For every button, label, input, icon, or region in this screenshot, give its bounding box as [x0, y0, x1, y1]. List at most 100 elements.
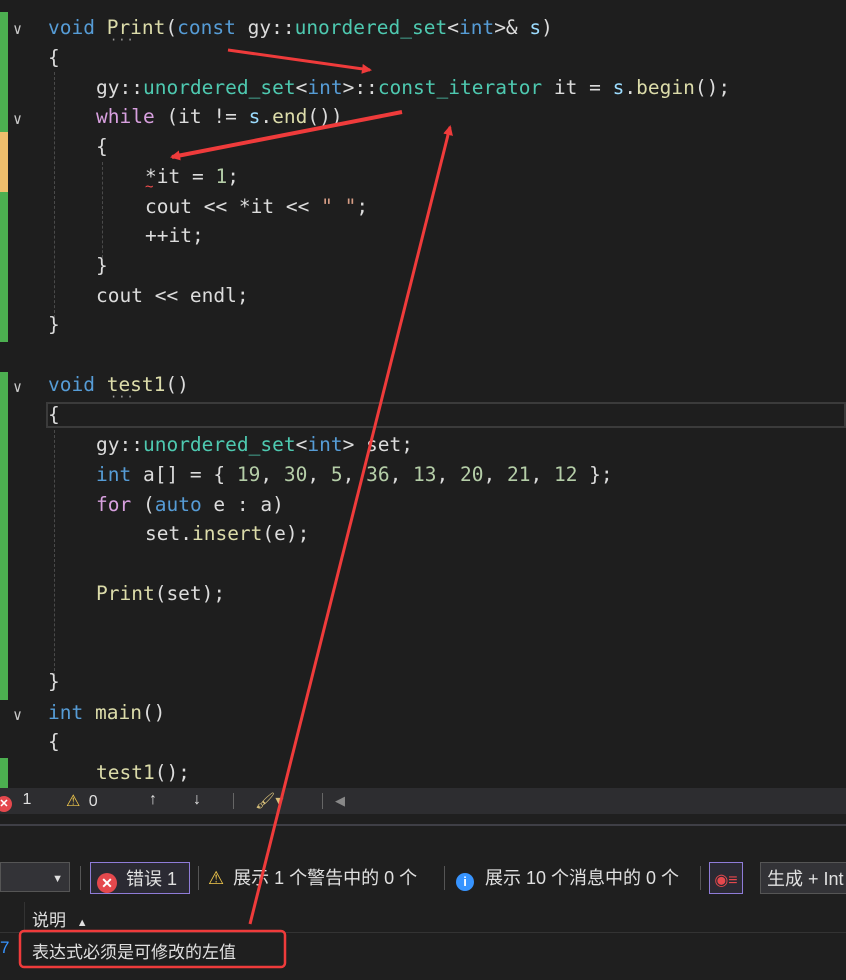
hint-dots: ··· [110, 33, 135, 47]
code-line: for (auto e : a) [96, 490, 284, 520]
chevron-down-icon[interactable]: ∨ [13, 110, 22, 128]
warning-icon: ⚠ [66, 793, 81, 810]
toolbar-divider [198, 866, 199, 890]
code-token: < [447, 16, 459, 39]
code-line: test1(); [96, 758, 190, 788]
code-token: Print [96, 582, 155, 605]
errors-filter-button[interactable]: ✕ 错误 1 [90, 862, 190, 894]
warning-icon: ⚠ [208, 868, 225, 888]
messages-filter-button[interactable]: i 展示 10 个消息中的 0 个 [456, 862, 679, 894]
code-token: } [96, 254, 108, 277]
code-token: void [48, 373, 107, 396]
code-token: 21 [506, 463, 531, 486]
error-count[interactable]: ✕ 1 [0, 791, 31, 812]
code-editor[interactable]: ∨ ∨ ∨ ∨ void Print ( const gy::unordered_s… [0, 0, 846, 788]
code-token: , [436, 463, 461, 486]
error-squiggle: ~ [145, 179, 154, 195]
code-line: gy::unordered_set<int>::const_iterator i… [96, 73, 730, 103]
toolbar-divider [700, 866, 701, 890]
code-line: int main() [48, 698, 165, 728]
scroll-left-icon[interactable]: ◀ [335, 793, 345, 809]
warning-count[interactable]: ⚠ 0 [66, 791, 98, 811]
code-token: (set); [154, 582, 226, 605]
code-line: } [48, 310, 60, 340]
code-line: Print(set); [96, 579, 225, 609]
code-line: } [48, 667, 60, 697]
code-token: s [612, 76, 625, 99]
brush-icon[interactable]: 🖌▾ [255, 791, 283, 811]
column-header-description[interactable]: 说明 ▲ [32, 906, 88, 931]
code-token: end [272, 105, 308, 128]
code-token: , [260, 463, 284, 486]
arrow-up-icon[interactable]: ↑ [149, 791, 157, 809]
error-list-header: 说明 ▲ [0, 902, 846, 933]
code-token: int [307, 433, 343, 456]
code-token: ++it; [145, 224, 204, 247]
code-token: ( [131, 493, 155, 516]
code-token: insert [191, 522, 263, 545]
chevron-down-icon[interactable]: ∨ [13, 706, 22, 724]
code-token: ; [227, 165, 239, 188]
chevron-down-icon[interactable]: ∨ [13, 20, 22, 38]
code-token: a[] = { [131, 463, 237, 486]
code-token: (); [694, 76, 731, 99]
column-divider [24, 902, 25, 932]
warnings-filter-button[interactable]: ⚠ 展示 1 个警告中的 0 个 [208, 862, 417, 894]
error-icon: ✕ [0, 796, 12, 812]
code-token: const_iterator [377, 76, 543, 99]
status-divider [233, 793, 234, 809]
code-token: cout << *it << [145, 195, 322, 218]
code-token: 20 [460, 463, 484, 486]
info-icon: i [456, 873, 474, 891]
code-token: (); [154, 761, 190, 784]
code-token: { [96, 135, 108, 158]
code-line: { [48, 727, 60, 757]
code-token: unordered_set [142, 76, 296, 99]
code-token: , [483, 463, 507, 486]
code-token: begin [636, 76, 695, 99]
error-line: 7 [0, 938, 10, 957]
indent-guide [102, 162, 103, 258]
code-token: 5 [330, 463, 343, 486]
code-line: { [96, 132, 108, 162]
code-token: () [141, 701, 166, 724]
code-token: while [96, 105, 155, 128]
arrow-down-icon[interactable]: ↓ [193, 791, 201, 809]
code-token: " " [321, 195, 357, 218]
error-row[interactable]: 7 表达式必须是可修改的左值 [0, 934, 846, 964]
code-token: (it != [154, 105, 249, 128]
status-divider [322, 793, 323, 809]
code-token: }; [577, 463, 613, 486]
hint-dots: ··· [110, 390, 135, 404]
code-line: set.insert(e); [145, 519, 309, 549]
indent-guide [54, 430, 55, 676]
chevron-down-icon[interactable]: ∨ [13, 378, 22, 396]
filter-toggle-button[interactable]: ◉≡ [709, 862, 743, 894]
code-token: unordered_set [294, 16, 448, 39]
code-token: set. [145, 522, 192, 545]
code-token: () [165, 373, 189, 396]
error-description: 表达式必须是可修改的左值 [32, 943, 236, 962]
change-bar [0, 12, 8, 132]
code-token: 30 [283, 463, 308, 486]
build-filter-dropdown[interactable]: 生成 + Int [760, 862, 846, 894]
code-token: } [48, 313, 60, 336]
code-token: int [307, 76, 343, 99]
code-line: while (it != s.end()) [96, 102, 343, 132]
change-bar [0, 372, 8, 700]
code-token: { [48, 403, 60, 426]
code-token: , [530, 463, 554, 486]
code-token: e : a) [201, 493, 284, 516]
code-token: cout << endl; [96, 284, 249, 307]
scope-dropdown[interactable]: ▼ [0, 862, 70, 892]
code-token: ) [541, 16, 553, 39]
sort-ascending-icon: ▲ [76, 917, 88, 929]
code-token: int [96, 463, 132, 486]
code-token: gy:: [96, 433, 143, 456]
code-line: *it = 1; [145, 162, 239, 192]
code-token: it = [542, 76, 613, 99]
indent-guide [54, 72, 55, 318]
code-token: int [458, 16, 495, 39]
code-token: for [96, 493, 132, 516]
code-token: const [177, 16, 248, 39]
